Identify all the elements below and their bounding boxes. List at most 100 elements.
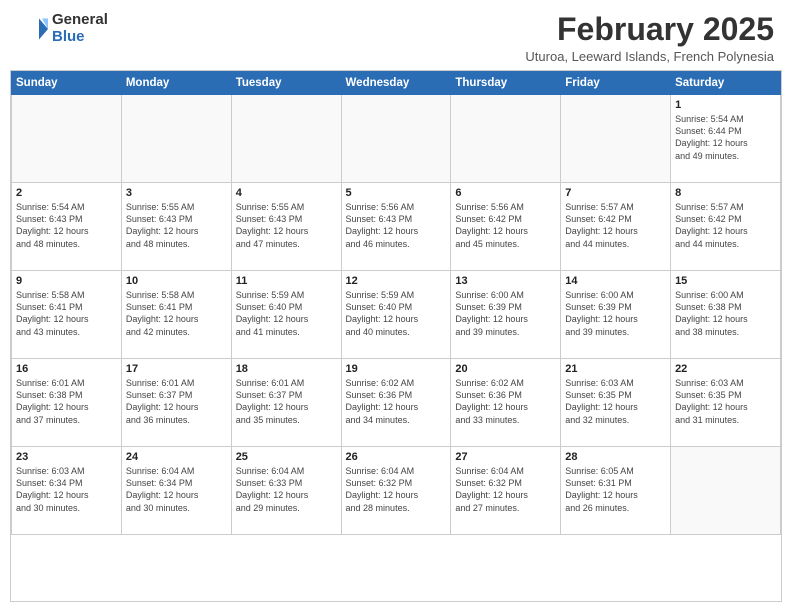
- col-friday: Friday: [561, 72, 671, 95]
- day-number: 14: [565, 275, 666, 287]
- calendar-cell: [561, 95, 671, 183]
- day-info: Sunrise: 5:55 AMSunset: 6:43 PMDaylight:…: [126, 201, 227, 250]
- day-number: 5: [346, 187, 447, 199]
- day-number: 16: [16, 363, 117, 375]
- calendar-cell: 17Sunrise: 6:01 AMSunset: 6:37 PMDayligh…: [121, 359, 231, 447]
- day-info: Sunrise: 5:54 AMSunset: 6:43 PMDaylight:…: [16, 201, 117, 250]
- day-info: Sunrise: 5:54 AMSunset: 6:44 PMDaylight:…: [675, 113, 776, 162]
- subtitle: Uturoa, Leeward Islands, French Polynesi…: [525, 49, 774, 64]
- day-number: 21: [565, 363, 666, 375]
- day-number: 6: [455, 187, 556, 199]
- calendar-cell: 22 Sunrise: 6:03 AMSunset: 6:35 PMDayligh…: [671, 359, 781, 447]
- day-number: 9: [16, 275, 117, 287]
- calendar-cell: [671, 447, 781, 535]
- calendar-cell: 26 Sunrise: 6:04 AMSunset: 6:32 PMDayligh…: [341, 447, 451, 535]
- day-number: 27: [455, 451, 556, 463]
- day-info: Sunrise: 6:04 AMSunset: 6:34 PMDaylight:…: [126, 465, 227, 514]
- day-number: 3: [126, 187, 227, 199]
- calendar-cell: 13 Sunrise: 6:00 AMSunset: 6:39 PMDayligh…: [451, 271, 561, 359]
- day-info: Sunrise: 6:01 AMSunset: 6:38 PMDaylight:…: [16, 377, 117, 426]
- calendar-cell: 5Sunrise: 5:56 AMSunset: 6:43 PMDaylight…: [341, 183, 451, 271]
- day-info: Sunrise: 6:03 AMSunset: 6:35 PMDaylight:…: [675, 377, 776, 426]
- calendar-body: 1 Sunrise: 5:54 AMSunset: 6:44 PMDaylight…: [12, 95, 781, 535]
- logo-general: General: [52, 12, 108, 29]
- calendar-table: Sunday Monday Tuesday Wednesday Thursday…: [11, 71, 781, 535]
- calendar-cell: 10 Sunrise: 5:58 AMSunset: 6:41 PMDayligh…: [121, 271, 231, 359]
- day-number: 17: [126, 363, 227, 375]
- day-number: 20: [455, 363, 556, 375]
- calendar-cell: [12, 95, 122, 183]
- day-info: Sunrise: 5:59 AMSunset: 6:40 PMDaylight:…: [236, 289, 337, 338]
- day-info: Sunrise: 6:00 AMSunset: 6:38 PMDaylight:…: [675, 289, 776, 338]
- header: General Blue February 2025 Uturoa, Leewa…: [0, 0, 792, 70]
- logo-blue: Blue: [52, 29, 108, 46]
- month-title: February 2025: [525, 12, 774, 47]
- day-info: Sunrise: 6:02 AMSunset: 6:36 PMDaylight:…: [455, 377, 556, 426]
- day-number: 25: [236, 451, 337, 463]
- day-info: Sunrise: 6:03 AMSunset: 6:34 PMDaylight:…: [16, 465, 117, 514]
- calendar-cell: [121, 95, 231, 183]
- day-number: 22: [675, 363, 776, 375]
- calendar-cell: 2 Sunrise: 5:54 AMSunset: 6:43 PMDaylight…: [12, 183, 122, 271]
- calendar-cell: 3 Sunrise: 5:55 AMSunset: 6:43 PMDaylight…: [121, 183, 231, 271]
- day-info: Sunrise: 5:57 AMSunset: 6:42 PMDaylight:…: [565, 201, 666, 250]
- day-number: 10: [126, 275, 227, 287]
- calendar-cell: 20 Sunrise: 6:02 AMSunset: 6:36 PMDayligh…: [451, 359, 561, 447]
- day-info: Sunrise: 6:05 AMSunset: 6:31 PMDaylight:…: [565, 465, 666, 514]
- day-info: Sunrise: 5:55 AMSunset: 6:43 PMDaylight:…: [236, 201, 337, 250]
- calendar-cell: 4 Sunrise: 5:55 AMSunset: 6:43 PMDaylight…: [231, 183, 341, 271]
- col-sunday: Sunday: [12, 72, 122, 95]
- calendar-cell: 11 Sunrise: 5:59 AMSunset: 6:40 PMDayligh…: [231, 271, 341, 359]
- calendar-cell: 23 Sunrise: 6:03 AMSunset: 6:34 PMDayligh…: [12, 447, 122, 535]
- day-number: 2: [16, 187, 117, 199]
- calendar-cell: 14 Sunrise: 6:00 AMSunset: 6:39 PMDayligh…: [561, 271, 671, 359]
- calendar-cell: 1 Sunrise: 5:54 AMSunset: 6:44 PMDaylight…: [671, 95, 781, 183]
- calendar: Sunday Monday Tuesday Wednesday Thursday…: [10, 70, 782, 602]
- day-number: 1: [675, 99, 776, 111]
- calendar-cell: 16 Sunrise: 6:01 AMSunset: 6:38 PMDayligh…: [12, 359, 122, 447]
- day-number: 13: [455, 275, 556, 287]
- day-number: 11: [236, 275, 337, 287]
- calendar-cell: 28 Sunrise: 6:05 AMSunset: 6:31 PMDayligh…: [561, 447, 671, 535]
- calendar-header: Sunday Monday Tuesday Wednesday Thursday…: [12, 72, 781, 95]
- calendar-cell: 21Sunrise: 6:03 AMSunset: 6:35 PMDayligh…: [561, 359, 671, 447]
- col-saturday: Saturday: [671, 72, 781, 95]
- col-tuesday: Tuesday: [231, 72, 341, 95]
- calendar-cell: 19 Sunrise: 6:02 AMSunset: 6:36 PMDayligh…: [341, 359, 451, 447]
- calendar-cell: 18 Sunrise: 6:01 AMSunset: 6:37 PMDayligh…: [231, 359, 341, 447]
- day-info: Sunrise: 5:58 AMSunset: 6:41 PMDaylight:…: [126, 289, 227, 338]
- calendar-cell: 27 Sunrise: 6:04 AMSunset: 6:32 PMDayligh…: [451, 447, 561, 535]
- day-number: 26: [346, 451, 447, 463]
- calendar-cell: 25 Sunrise: 6:04 AMSunset: 6:33 PMDayligh…: [231, 447, 341, 535]
- page: General Blue February 2025 Uturoa, Leewa…: [0, 0, 792, 612]
- day-info: Sunrise: 6:02 AMSunset: 6:36 PMDaylight:…: [346, 377, 447, 426]
- day-number: 8: [675, 187, 776, 199]
- day-number: 23: [16, 451, 117, 463]
- title-block: February 2025 Uturoa, Leeward Islands, F…: [525, 12, 774, 64]
- logo-text: General Blue: [52, 12, 108, 45]
- day-number: 24: [126, 451, 227, 463]
- day-info: Sunrise: 6:00 AMSunset: 6:39 PMDaylight:…: [565, 289, 666, 338]
- day-info: Sunrise: 6:04 AMSunset: 6:32 PMDaylight:…: [346, 465, 447, 514]
- calendar-week-2: 9 Sunrise: 5:58 AMSunset: 6:41 PMDaylight…: [12, 271, 781, 359]
- calendar-week-4: 23 Sunrise: 6:03 AMSunset: 6:34 PMDayligh…: [12, 447, 781, 535]
- day-info: Sunrise: 6:01 AMSunset: 6:37 PMDaylight:…: [236, 377, 337, 426]
- logo: General Blue: [18, 12, 108, 45]
- day-number: 7: [565, 187, 666, 199]
- day-number: 18: [236, 363, 337, 375]
- day-number: 4: [236, 187, 337, 199]
- day-info: Sunrise: 6:00 AMSunset: 6:39 PMDaylight:…: [455, 289, 556, 338]
- col-wednesday: Wednesday: [341, 72, 451, 95]
- calendar-week-1: 2 Sunrise: 5:54 AMSunset: 6:43 PMDaylight…: [12, 183, 781, 271]
- day-number: 28: [565, 451, 666, 463]
- col-thursday: Thursday: [451, 72, 561, 95]
- day-info: Sunrise: 6:04 AMSunset: 6:33 PMDaylight:…: [236, 465, 337, 514]
- calendar-cell: 12Sunrise: 5:59 AMSunset: 6:40 PMDayligh…: [341, 271, 451, 359]
- day-info: Sunrise: 6:04 AMSunset: 6:32 PMDaylight:…: [455, 465, 556, 514]
- calendar-week-0: 1 Sunrise: 5:54 AMSunset: 6:44 PMDaylight…: [12, 95, 781, 183]
- day-number: 19: [346, 363, 447, 375]
- calendar-cell: [451, 95, 561, 183]
- calendar-cell: 9Sunrise: 5:58 AMSunset: 6:41 PMDaylight…: [12, 271, 122, 359]
- calendar-cell: 8Sunrise: 5:57 AMSunset: 6:42 PMDaylight…: [671, 183, 781, 271]
- calendar-cell: [341, 95, 451, 183]
